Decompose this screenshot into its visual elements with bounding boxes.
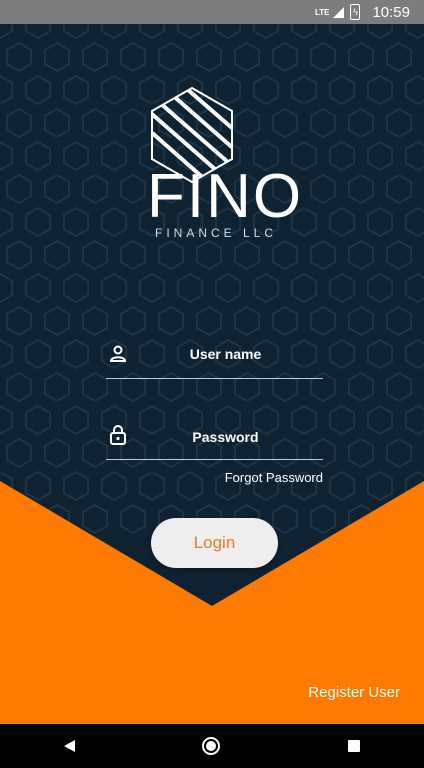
network-type: LTE [314, 7, 330, 17]
forgot-password-link[interactable]: Forgot Password [225, 470, 323, 485]
status-time: 10:59 [372, 3, 410, 21]
user-icon [109, 345, 127, 362]
back-icon[interactable] [63, 740, 75, 752]
password-field[interactable]: Password [106, 415, 323, 460]
brand-logo: FINO FINANCE LLC [147, 86, 301, 246]
login-screen: FINO FINANCE LLC User name Password Forg… [0, 24, 424, 724]
status-bar: LTE ϟ 10:59 [0, 0, 424, 24]
register-user-link[interactable]: Register User [308, 684, 400, 701]
lock-icon [110, 425, 126, 445]
brand-name: FINO [147, 162, 304, 231]
login-button[interactable]: Login [151, 518, 278, 568]
recents-icon[interactable] [348, 740, 361, 752]
password-label: Password [192, 429, 259, 445]
signal-icon [333, 6, 345, 18]
brand-subtitle: FINANCE LLC [154, 226, 278, 240]
navigation-bar [0, 724, 424, 768]
home-icon[interactable] [202, 737, 221, 755]
username-label: User name [189, 346, 262, 362]
battery-icon: ϟ [350, 4, 361, 20]
username-field[interactable]: User name [106, 334, 323, 379]
